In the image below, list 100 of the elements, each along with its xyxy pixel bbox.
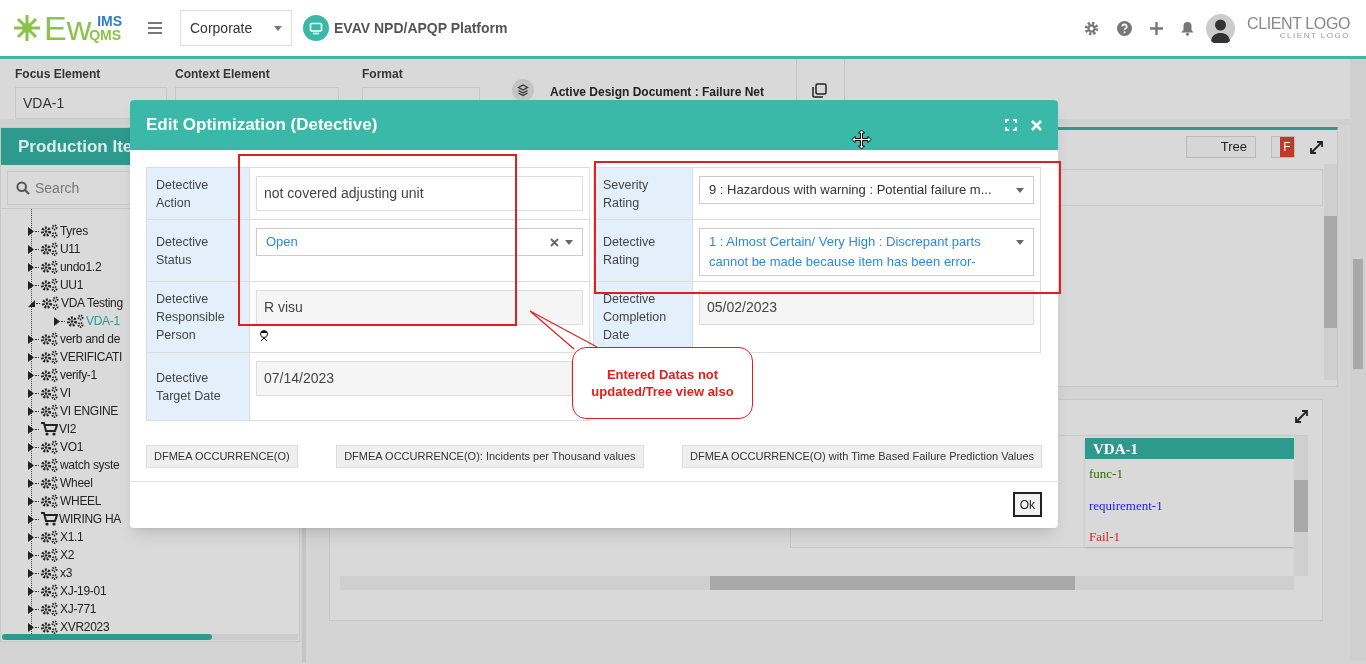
node-label[interactable]: VI2	[59, 420, 77, 438]
bell-icon[interactable]	[1181, 20, 1195, 36]
scrollbar-thumb[interactable]	[2, 634, 212, 640]
expander-icon[interactable]	[28, 299, 35, 307]
gears-icon	[40, 260, 59, 274]
ok-button[interactable]: Ok	[1012, 492, 1042, 517]
node-label[interactable]: verify-1	[60, 366, 97, 384]
gears-icon	[40, 242, 59, 256]
gears-icon	[40, 602, 59, 616]
caret-icon	[1016, 188, 1024, 193]
horizontal-scrollbar[interactable]	[340, 576, 1294, 590]
readonly-field[interactable]: 05/02/2023	[699, 290, 1034, 325]
gears-icon	[40, 584, 59, 598]
node-label[interactable]: VDA Testing	[61, 294, 123, 312]
expander-icon[interactable]	[54, 316, 60, 326]
field-label: Detective Responsible Person	[147, 282, 249, 352]
expander-icon[interactable]	[28, 334, 34, 344]
add-icon[interactable]	[1150, 21, 1164, 35]
readonly-field[interactable]: R visu	[256, 290, 583, 325]
view-toggle[interactable]: Tree	[1186, 136, 1256, 158]
scrollbar[interactable]	[1294, 436, 1308, 576]
occurrence-button[interactable]: DFMEA OCCURRENCE(O) with Time Based Failure Prediction Values	[682, 445, 1042, 468]
expander-icon[interactable]	[28, 424, 34, 434]
menu-icon[interactable]	[148, 22, 162, 34]
expander-icon[interactable]	[28, 460, 34, 470]
organization-select[interactable]: Corporate	[180, 10, 292, 46]
node-label[interactable]: VI ENGINE	[60, 402, 118, 420]
select-field[interactable]: 9 : Hazardous with warning : Potential failure m...	[699, 176, 1034, 204]
node-label[interactable]: WIRING HA	[59, 510, 121, 528]
node-label[interactable]: X2	[60, 546, 75, 564]
gears-icon	[40, 530, 59, 544]
expander-icon[interactable]	[28, 262, 34, 272]
monitor-icon	[303, 15, 329, 41]
expander-icon[interactable]	[28, 388, 34, 398]
node-label[interactable]: XJ-771	[60, 600, 97, 618]
sunburst-icon	[12, 13, 42, 43]
expander-icon[interactable]	[28, 442, 34, 452]
expander-icon[interactable]	[28, 532, 34, 542]
gears-icon	[40, 440, 59, 454]
expander-icon[interactable]	[28, 514, 34, 524]
expander-icon[interactable]	[28, 244, 34, 254]
node-label[interactable]: Tyres	[60, 222, 88, 240]
gears-icon	[40, 350, 59, 364]
layers-icon[interactable]	[512, 79, 534, 101]
input-field[interactable]: not covered adjusting unit	[256, 176, 583, 211]
expander-icon[interactable]	[28, 550, 34, 560]
select-field[interactable]: Open	[256, 228, 583, 256]
gears-icon	[41, 296, 60, 310]
node-card[interactable]: VDA-1 func-1 requirement-1 Fail-1	[1085, 438, 1294, 547]
expander-icon[interactable]	[28, 352, 34, 362]
copy-icon[interactable]	[812, 83, 827, 98]
node-label[interactable]: UU1	[60, 276, 84, 294]
move-cursor-icon	[851, 129, 872, 150]
expander-icon[interactable]	[28, 280, 34, 290]
scrollbar[interactable]	[1324, 164, 1337, 380]
node-label[interactable]: undo1.2	[60, 258, 102, 276]
search-icon	[16, 181, 30, 195]
node-label[interactable]: WHEEL	[60, 492, 102, 510]
expander-icon[interactable]	[28, 406, 34, 416]
node-label[interactable]: watch syste	[60, 456, 120, 474]
node-label[interactable]: verb and de	[60, 330, 121, 348]
node-label[interactable]: X1.1	[60, 528, 84, 546]
node-card-item: Fail-1	[1089, 528, 1121, 546]
gears-icon	[40, 476, 59, 490]
page-scrollbar[interactable]	[1350, 59, 1366, 661]
node-label[interactable]: VI	[60, 384, 71, 402]
node-label[interactable]: XVR2023	[60, 618, 110, 634]
settings-icon[interactable]	[1084, 20, 1100, 36]
flag-button[interactable]: F	[1271, 136, 1295, 158]
node-card-item: requirement-1	[1089, 496, 1163, 515]
node-label[interactable]: VERIFICATI	[60, 348, 123, 366]
gears-icon	[40, 494, 59, 508]
clear-icon[interactable]	[550, 238, 559, 247]
expander-icon[interactable]	[28, 496, 34, 506]
readonly-field[interactable]: 07/14/2023	[256, 361, 572, 396]
expand-icon[interactable]	[1295, 410, 1308, 423]
node-label[interactable]: U11	[60, 240, 81, 258]
select-field[interactable]: 1 : Almost Certain/ Very High : Discrepant parts cannot be made because item has been error-	[699, 228, 1034, 276]
expander-icon[interactable]	[28, 226, 34, 236]
help-icon[interactable]	[1117, 20, 1133, 36]
platform-title: EVAV NPD/APQP Platform	[334, 18, 508, 38]
expand-icon[interactable]	[1310, 140, 1323, 154]
avatar-icon[interactable]	[1206, 13, 1236, 43]
occurrence-button[interactable]: DFMEA OCCURRENCE(O): Incidents per Thousand values	[336, 445, 644, 468]
expander-icon[interactable]	[28, 586, 34, 596]
node-label[interactable]: Wheel	[60, 474, 93, 492]
expander-icon[interactable]	[28, 370, 34, 380]
expander-icon[interactable]	[28, 478, 34, 488]
client-logo-subtext: CLIENT LOGO	[1279, 32, 1350, 40]
expander-icon[interactable]	[28, 622, 34, 632]
expander-icon[interactable]	[28, 604, 34, 614]
node-label[interactable]: VO1	[60, 438, 84, 456]
active-document-label: Active Design Document : Failure Net	[550, 84, 765, 101]
occurrence-button[interactable]: DFMEA OCCURRENCE(O)	[146, 445, 298, 468]
node-label[interactable]: XJ-19-01	[60, 582, 107, 600]
brand-superscript: IMS	[96, 14, 123, 28]
node-label[interactable]: x3	[60, 564, 73, 582]
brand-subscript: QMS	[89, 28, 123, 42]
gears-icon	[40, 278, 59, 292]
expander-icon[interactable]	[28, 568, 34, 578]
